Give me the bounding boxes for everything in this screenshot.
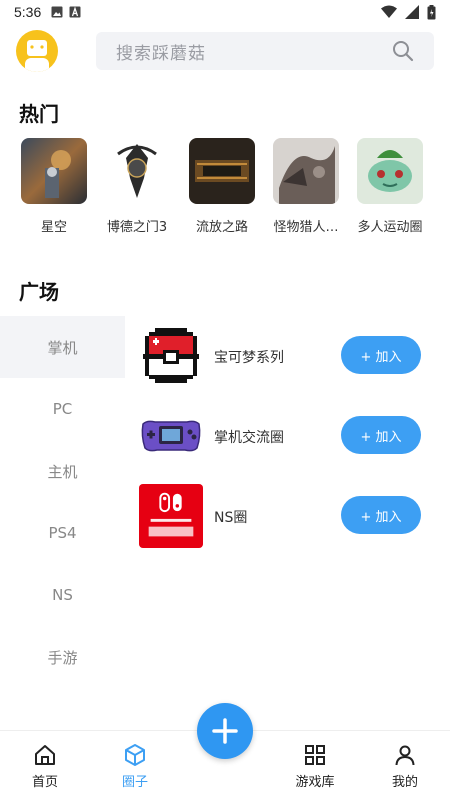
nintendo-switch-icon [139, 484, 203, 548]
hot-item-label: 博德之门3 [106, 220, 168, 235]
hot-list: 星空 博德之门3 流放之路 怪物猎人… 多人运动圈 [0, 138, 450, 238]
nav-label: 游戏库 [295, 775, 335, 790]
battery-icon [427, 4, 436, 19]
nav-item-home[interactable]: 首页 [10, 743, 80, 790]
join-button[interactable]: + 加入 [341, 336, 421, 374]
cell-signal-icon [405, 5, 419, 19]
avatar[interactable] [16, 30, 58, 72]
category-tab-pc[interactable]: PC [0, 378, 125, 440]
circle-name: 掌机交流圈 [214, 430, 284, 446]
grid-icon [305, 745, 325, 765]
monster-hunter-thumb [273, 138, 339, 204]
hot-item-label: 星空 [40, 220, 67, 235]
circle-name: NS圈 [214, 510, 248, 526]
hot-section-title: 热门 [19, 102, 59, 126]
plaza-section-title: 广场 [19, 280, 59, 304]
hot-item-label: 多人运动圈 [357, 220, 423, 235]
nav-label: 首页 [31, 775, 58, 790]
hot-item-monster-hunter[interactable]: 怪物猎人… [266, 138, 346, 235]
cube-icon [125, 744, 145, 766]
create-post-button[interactable] [197, 703, 253, 759]
starfield-thumb [21, 138, 87, 204]
status-time: 5:36 [14, 4, 42, 20]
search-icon[interactable] [392, 40, 414, 62]
wifi-icon [381, 5, 397, 18]
plus-icon [212, 718, 238, 744]
hot-item-label: 怪物猎人… [273, 220, 339, 235]
search-input[interactable]: 搜索踩蘑菇 [96, 32, 434, 70]
baldurs-gate-thumb [104, 138, 170, 204]
hot-item-starfield[interactable]: 星空 [14, 138, 94, 235]
search-placeholder: 搜索踩蘑菇 [116, 43, 206, 64]
path-of-exile-thumb [189, 138, 255, 204]
join-button[interactable]: + 加入 [341, 496, 421, 534]
circle-list: 宝可梦系列 + 加入 掌机交流圈 + 加入 NS圈 + 加入 [125, 316, 450, 556]
home-icon [35, 745, 55, 765]
category-tab-ps4[interactable]: PS4 [0, 502, 125, 564]
hot-item-multiplayer[interactable]: 多人运动圈 [350, 138, 430, 235]
pokeball-icon [139, 324, 203, 388]
category-tab-handheld[interactable]: 掌机 [0, 316, 125, 378]
hot-item-baldurs-gate[interactable]: 博德之门3 [97, 138, 177, 235]
category-tab-console[interactable]: 主机 [0, 440, 125, 502]
category-tab-mobile[interactable]: 手游 [0, 626, 125, 688]
circle-row-ns[interactable]: NS圈 + 加入 [125, 476, 450, 556]
nav-item-circle[interactable]: 圈子 [100, 743, 170, 790]
join-button[interactable]: + 加入 [341, 416, 421, 454]
nav-item-game-library[interactable]: 游戏库 [280, 743, 350, 790]
nav-label: 我的 [391, 775, 418, 790]
category-sidebar: 掌机 PC 主机 PS4 NS 手游 [0, 316, 125, 721]
circle-row-handheld[interactable]: 掌机交流圈 + 加入 [125, 396, 450, 476]
status-bar: 5:36 [0, 0, 450, 24]
circle-row-pokemon[interactable]: 宝可梦系列 + 加入 [125, 316, 450, 396]
nav-item-mine[interactable]: 我的 [370, 743, 440, 790]
gallery-icon [51, 6, 63, 18]
hot-item-path-of-exile[interactable]: 流放之路 [182, 138, 262, 235]
circle-name: 宝可梦系列 [214, 350, 284, 366]
top-bar: 搜索踩蘑菇 [0, 30, 450, 74]
nav-label: 圈子 [121, 775, 148, 790]
default-avatar-icon [25, 40, 49, 72]
font-icon [69, 6, 81, 18]
category-tab-ns[interactable]: NS [0, 564, 125, 626]
bulbasaur-thumb [357, 138, 423, 204]
gameboy-advance-icon [139, 404, 203, 468]
user-icon [395, 745, 415, 766]
hot-item-label: 流放之路 [195, 220, 248, 235]
